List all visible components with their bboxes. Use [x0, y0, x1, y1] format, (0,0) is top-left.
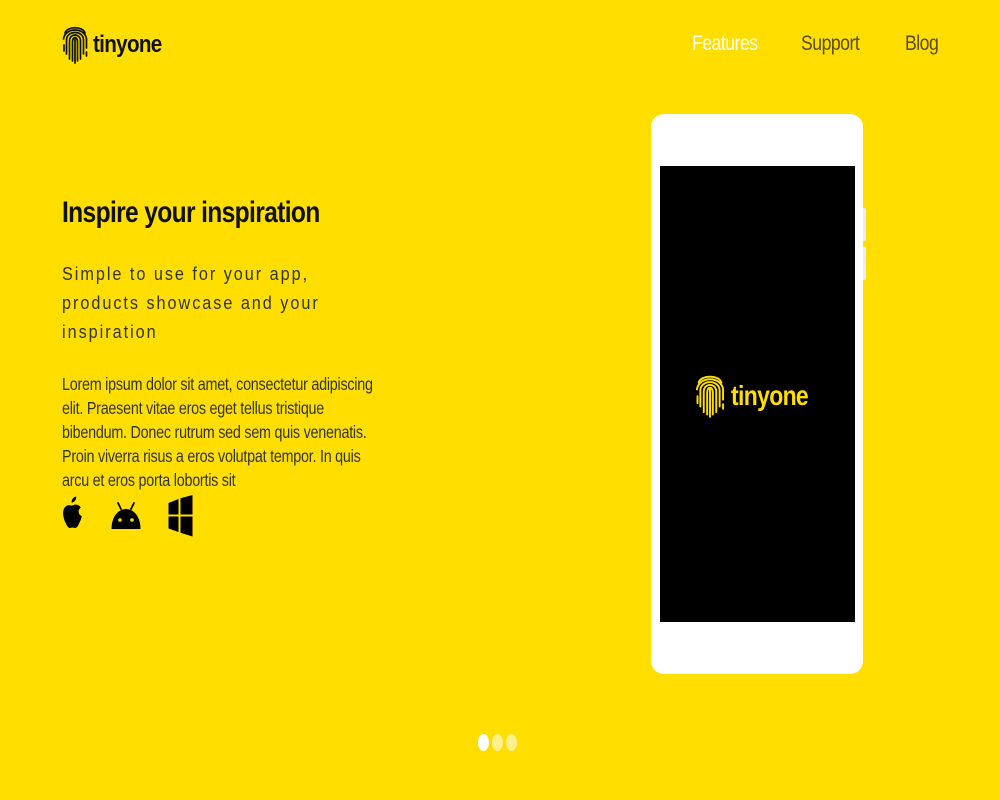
hero-title: Inspire your inspiration	[62, 196, 320, 229]
fingerprint-icon	[695, 369, 725, 424]
phone-volume-down-button	[863, 247, 866, 280]
platform-links	[62, 494, 193, 538]
nav-item-support[interactable]: Support	[801, 32, 860, 56]
carousel-dot-3[interactable]	[506, 733, 517, 751]
carousel-pagination	[478, 733, 520, 751]
phone-volume-up-button	[863, 208, 866, 241]
nav-item-features[interactable]: Features	[692, 32, 758, 56]
phone-screen: tinyone	[660, 166, 855, 622]
windows-icon[interactable]	[168, 495, 193, 537]
carousel-dot-1[interactable]	[478, 733, 489, 751]
phone-screen-logo: tinyone	[695, 369, 825, 424]
hero-subtitle: Simple to use for your app, products sho…	[62, 264, 320, 342]
nav-item-blog[interactable]: Blog	[905, 32, 939, 56]
main-nav: Features Support Blog	[0, 32, 1000, 62]
hero-body: Lorem ipsum dolor sit amet, consectetur …	[62, 374, 373, 490]
phone-mockup: tinyone	[651, 114, 866, 674]
site-header: tinyone Features Support Blog	[0, 0, 1000, 92]
carousel-dot-2[interactable]	[492, 733, 503, 751]
apple-icon[interactable]	[62, 495, 83, 537]
phone-screen-brand-name: tinyone	[730, 380, 809, 411]
hero-section: Inspire your inspiration Simple to use f…	[62, 196, 422, 492]
android-icon[interactable]	[110, 501, 142, 531]
